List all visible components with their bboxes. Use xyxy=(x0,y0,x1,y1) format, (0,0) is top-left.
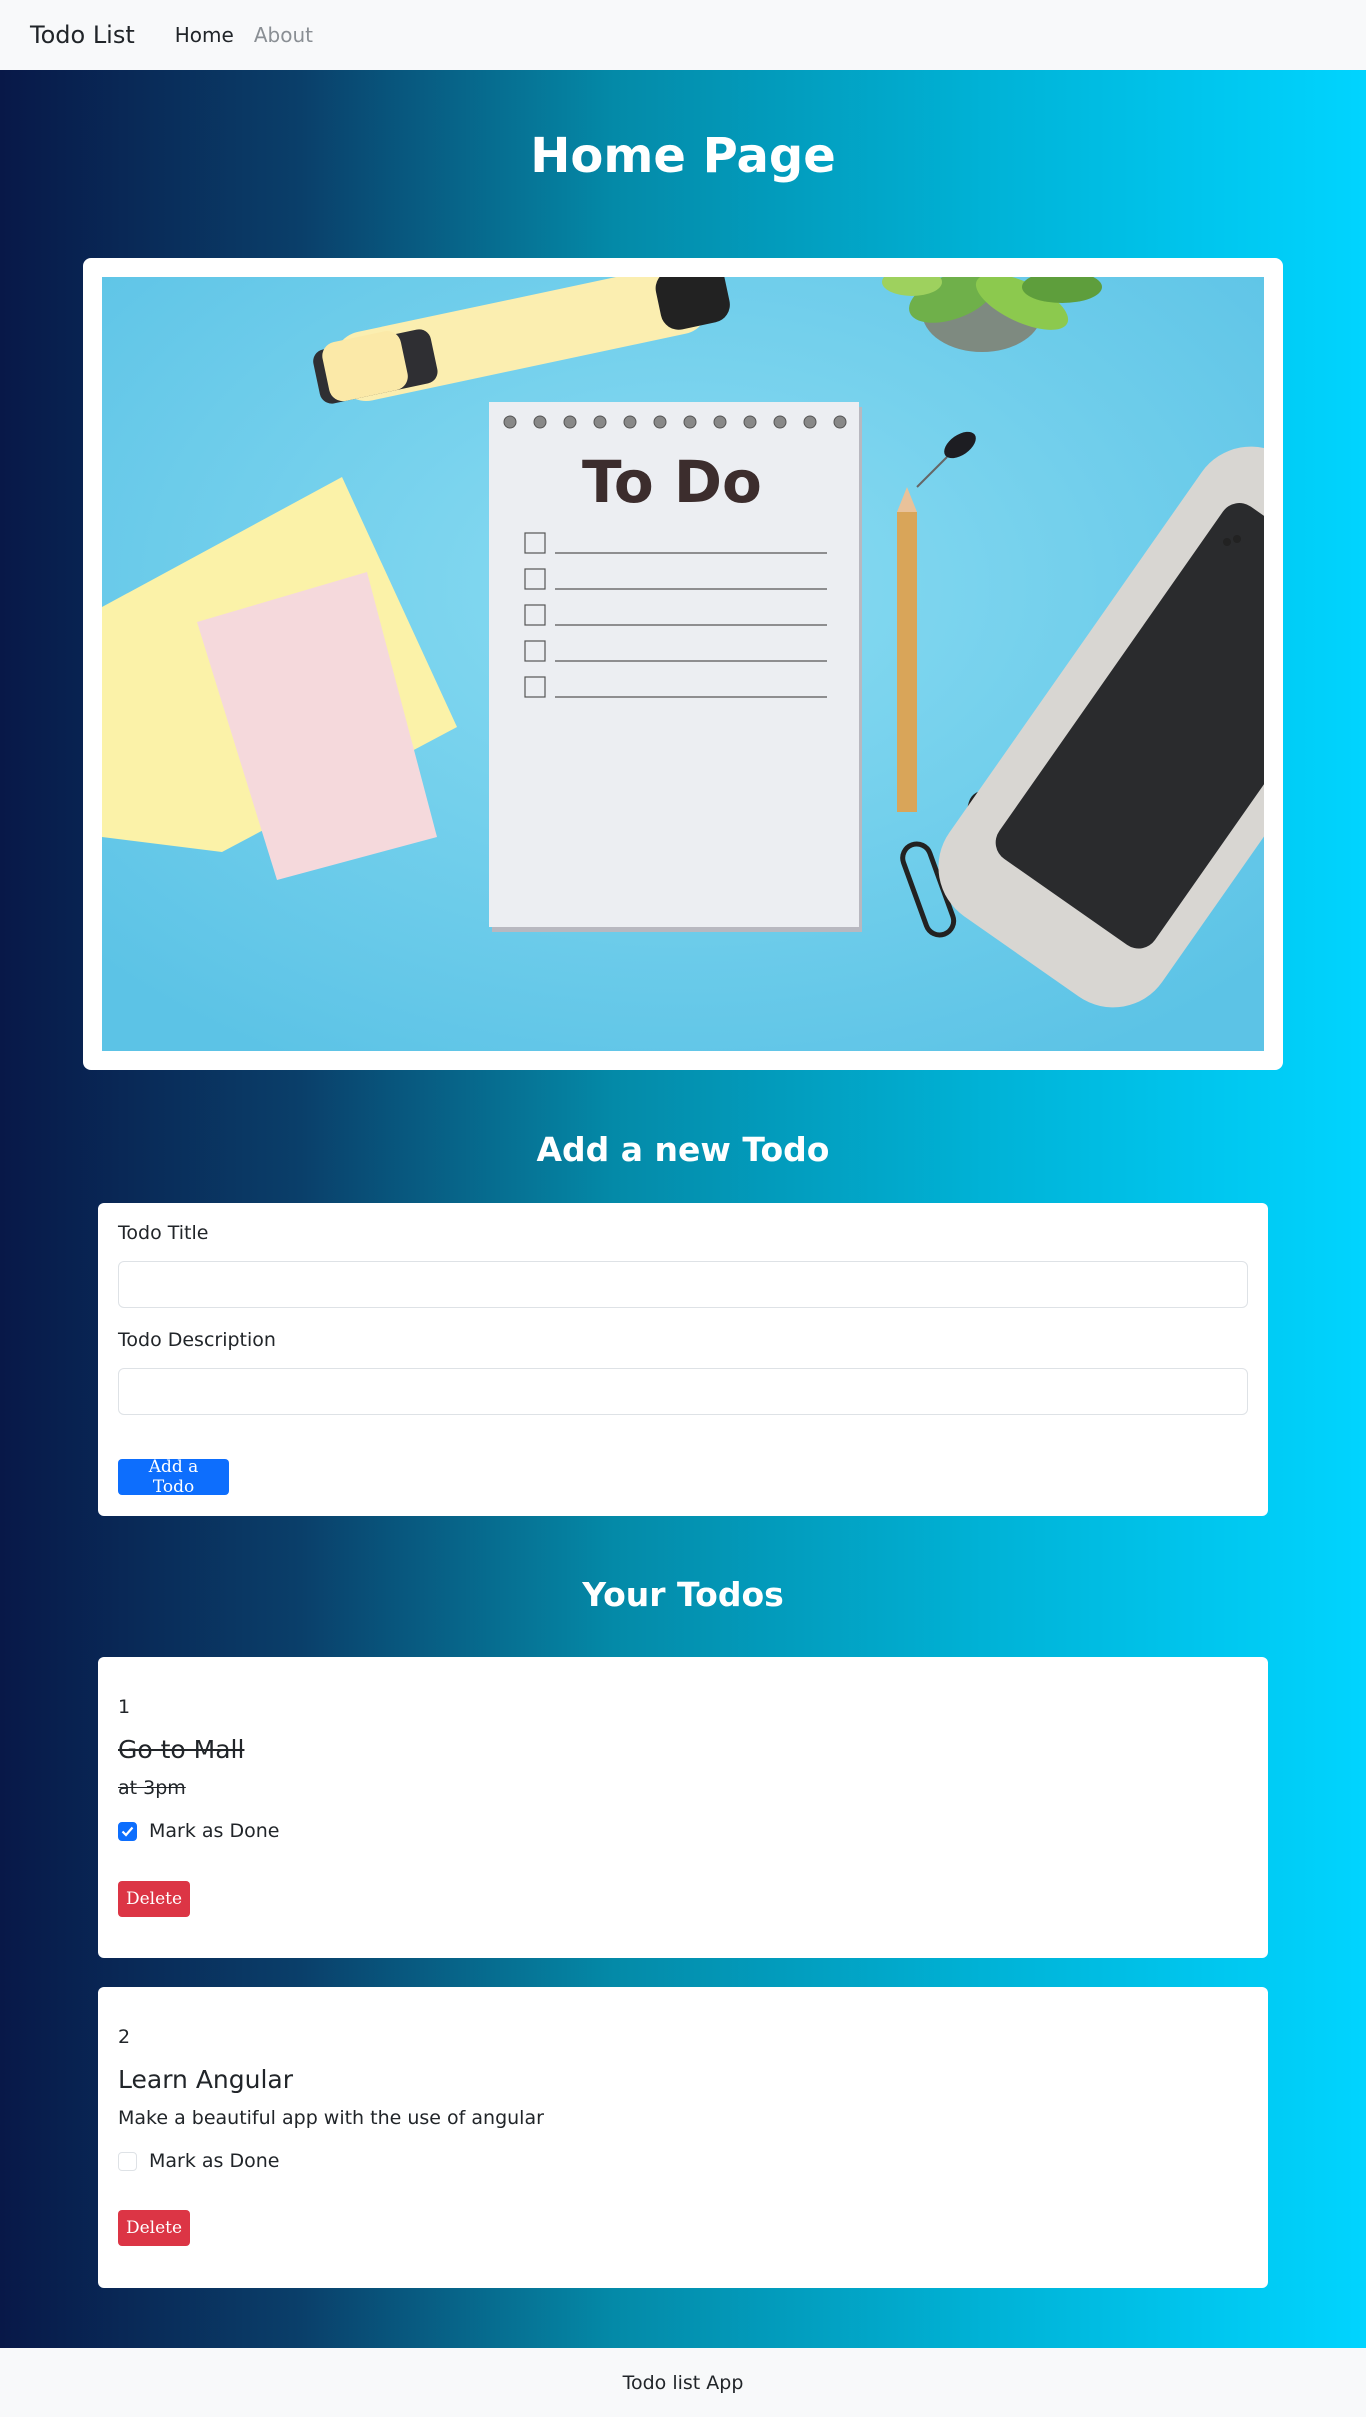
add-todo-heading: Add a new Todo xyxy=(536,1130,830,1169)
mark-done-label: Mark as Done xyxy=(149,1820,280,1842)
delete-todo-button[interactable]: Delete xyxy=(118,2210,190,2246)
footer-text: Todo list App xyxy=(622,2371,744,2394)
todo-number: 2 xyxy=(118,2026,131,2048)
add-todo-form: Todo Title Todo Description Add a Todo xyxy=(98,1203,1268,1516)
todo-description: at 3pm xyxy=(118,1777,186,1799)
mark-done-row: Mark as Done xyxy=(118,2150,279,2172)
todo-title: Learn Angular xyxy=(118,2065,294,2094)
todo-card: 2 Learn Angular Make a beautiful app wit… xyxy=(98,1987,1268,2288)
navbar: Todo List Home About xyxy=(0,0,1366,70)
notepad-heading: To Do xyxy=(582,448,762,516)
todo-description: Make a beautiful app with the use of ang… xyxy=(118,2107,544,2129)
todo-title-label: Todo Title xyxy=(118,1222,209,1244)
mark-done-label: Mark as Done xyxy=(149,2150,280,2172)
delete-todo-button[interactable]: Delete xyxy=(118,1881,190,1917)
todo-notepad-image: To Do xyxy=(102,277,1264,1051)
check-icon xyxy=(121,1826,134,1837)
nav-link-about[interactable]: About xyxy=(254,23,313,47)
todo-description-label: Todo Description xyxy=(118,1329,276,1351)
your-todos-heading: Your Todos xyxy=(582,1575,784,1614)
todo-description-input[interactable] xyxy=(118,1368,1248,1415)
mark-done-checkbox[interactable] xyxy=(118,2151,137,2171)
todo-card: 1 Go to Mall at 3pm Mark as Done Delete xyxy=(98,1657,1268,1958)
todo-title-input[interactable] xyxy=(118,1261,1248,1308)
main-content: Home Page To Do Add a new Todo Todo Titl… xyxy=(0,70,1366,2348)
navbar-brand[interactable]: Todo List xyxy=(30,21,135,49)
mark-done-checkbox[interactable] xyxy=(118,1821,137,1841)
todo-number: 1 xyxy=(118,1696,131,1718)
page-title: Home Page xyxy=(530,128,836,184)
footer: Todo list App xyxy=(0,2348,1366,2417)
todo-title: Go to Mall xyxy=(118,1735,245,1764)
hero-image-frame: To Do xyxy=(83,258,1283,1070)
nav-link-home[interactable]: Home xyxy=(175,23,234,47)
add-todo-button[interactable]: Add a Todo xyxy=(118,1457,229,1497)
mark-done-row: Mark as Done xyxy=(118,1820,279,1842)
